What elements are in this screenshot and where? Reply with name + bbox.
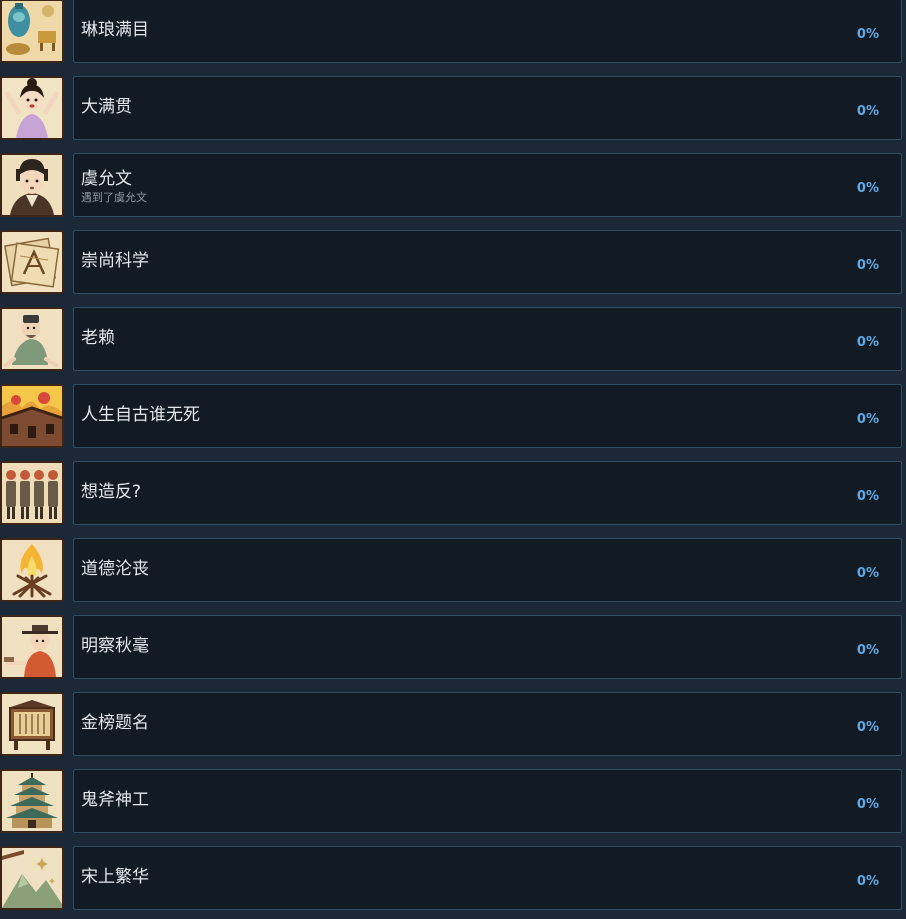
unlock-percentage: 0%: [856, 104, 879, 119]
burning-house-icon: [0, 384, 64, 448]
achievement-title: 虞允文: [81, 169, 132, 189]
achievement-row: 宋上繁华 0%: [0, 842, 906, 919]
achievement-title: 金榜题名: [81, 713, 149, 733]
soldiers-icon: [0, 461, 64, 525]
unlock-percentage: 0%: [856, 27, 879, 42]
unlock-percentage: 0%: [856, 412, 879, 427]
achievement-title: 崇尚科学: [81, 251, 149, 271]
unlock-percentage: 0%: [856, 643, 879, 658]
crawling-man-icon: [0, 307, 64, 371]
blueprint-icon: [0, 230, 64, 294]
achievement-title: 老赖: [81, 328, 115, 348]
achievement-panel[interactable]: 明察秋毫 0%: [73, 615, 902, 679]
achievement-row: 明察秋毫 0%: [0, 611, 906, 688]
achievement-title: 宋上繁华: [81, 867, 149, 887]
achievement-panel[interactable]: 崇尚科学 0%: [73, 230, 902, 294]
achievement-row: 大满贯 0%: [0, 72, 906, 149]
achievement-row: 金榜题名 0%: [0, 688, 906, 765]
achievement-list: 琳琅满目 0% 大满贯 0% 虞允文 遇到了虞允文 0% 崇尚科学 0% 老赖 …: [0, 0, 906, 919]
cheering-lady-icon: [0, 76, 64, 140]
achievement-title: 琳琅满目: [81, 20, 149, 40]
unlock-percentage: 0%: [856, 181, 879, 196]
achievement-panel[interactable]: 老赖 0%: [73, 307, 902, 371]
achievement-panel[interactable]: 大满贯 0%: [73, 76, 902, 140]
unlock-percentage: 0%: [856, 874, 879, 889]
achievement-panel[interactable]: 道德沦丧 0%: [73, 538, 902, 602]
scholar-portrait-icon: [0, 153, 64, 217]
achievement-panel[interactable]: 琳琅满目 0%: [73, 0, 902, 63]
achievement-row: 老赖 0%: [0, 303, 906, 380]
achievement-title: 想造反?: [81, 482, 142, 502]
achievement-title: 明察秋毫: [81, 636, 149, 656]
achievement-row: 道德沦丧 0%: [0, 534, 906, 611]
achievement-row: 琳琅满目 0%: [0, 0, 906, 72]
achievement-title: 大满贯: [81, 97, 132, 117]
achievement-row: 人生自古谁无死 0%: [0, 380, 906, 457]
achievement-row: 鬼斧神工 0%: [0, 765, 906, 842]
achievement-panel[interactable]: 想造反? 0%: [73, 461, 902, 525]
achievement-title: 人生自古谁无死: [81, 405, 200, 425]
unlock-percentage: 0%: [856, 335, 879, 350]
achievement-panel[interactable]: 人生自古谁无死 0%: [73, 384, 902, 448]
exam-board-icon: [0, 692, 64, 756]
bonfire-icon: [0, 538, 64, 602]
achievement-panel[interactable]: 虞允文 遇到了虞允文 0%: [73, 153, 902, 217]
pagoda-icon: [0, 769, 64, 833]
achievement-row: 想造反? 0%: [0, 457, 906, 534]
unlock-percentage: 0%: [856, 258, 879, 273]
achievement-panel[interactable]: 金榜题名 0%: [73, 692, 902, 756]
achievement-row: 虞允文 遇到了虞允文 0%: [0, 149, 906, 226]
achievement-description: 遇到了虞允文: [81, 191, 147, 204]
achievement-panel[interactable]: 宋上繁华 0%: [73, 846, 902, 910]
unlock-percentage: 0%: [856, 489, 879, 504]
achievement-panel[interactable]: 鬼斧神工 0%: [73, 769, 902, 833]
antiques-icon: [0, 0, 64, 63]
achievement-title: 鬼斧神工: [81, 790, 149, 810]
mountain-landscape-icon: [0, 846, 64, 910]
unlock-percentage: 0%: [856, 797, 879, 812]
achievement-title: 道德沦丧: [81, 559, 149, 579]
official-at-desk-icon: [0, 615, 64, 679]
unlock-percentage: 0%: [856, 720, 879, 735]
achievement-row: 崇尚科学 0%: [0, 226, 906, 303]
unlock-percentage: 0%: [856, 566, 879, 581]
